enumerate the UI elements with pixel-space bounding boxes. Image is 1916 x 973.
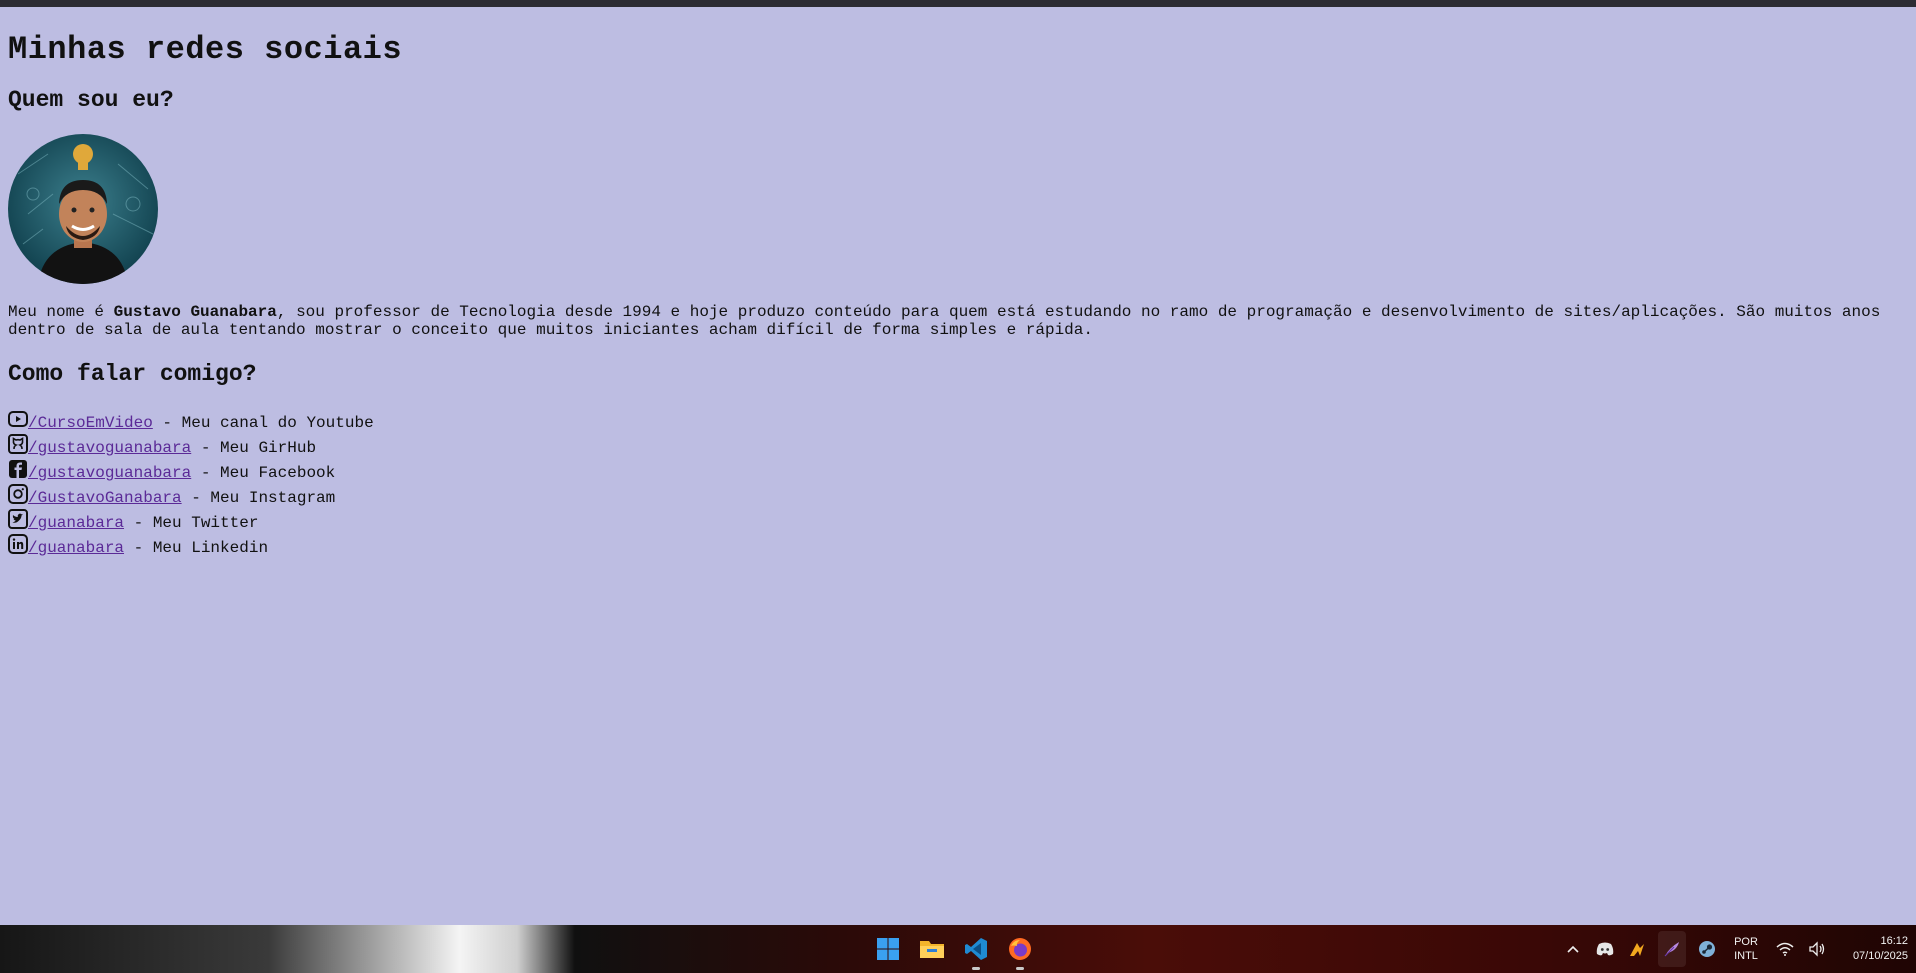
github-link[interactable]: /gustavoguanabara	[28, 436, 191, 461]
steam-icon	[1699, 941, 1715, 957]
facebook-icon	[9, 459, 27, 478]
chevron-up-icon	[1567, 945, 1579, 953]
taskbar: POR INTL 16:12 07/10/2025	[0, 925, 1916, 973]
vscode-button[interactable]	[960, 933, 992, 970]
contact-heading: Como falar comigo?	[8, 361, 257, 387]
app-icon	[1630, 943, 1644, 956]
start-button[interactable]	[872, 933, 904, 965]
twitter-link[interactable]: /guanabara	[28, 511, 124, 536]
browser-top-strip	[0, 0, 1916, 7]
facebook-desc: - Meu Facebook	[191, 464, 336, 482]
feather-icon	[1664, 942, 1679, 957]
youtube-icon	[8, 410, 28, 427]
feather-tray[interactable]	[1658, 931, 1686, 967]
youtube-link[interactable]: /CursoEmVideo	[28, 411, 153, 436]
twitter-icon	[8, 508, 28, 529]
list-item: /guanabara - Meu Linkedin	[8, 533, 374, 561]
list-item: /CursoEmVideo - Meu canal do Youtube	[8, 410, 374, 436]
keyboard-layout: INTL	[1734, 950, 1758, 962]
running-indicator	[972, 967, 980, 970]
github-icon	[8, 433, 28, 454]
linkedin-link[interactable]: /guanabara	[28, 536, 124, 561]
clock-time: 16:12	[1880, 935, 1908, 947]
linkedin-icon	[8, 533, 28, 554]
avatar	[8, 134, 158, 284]
instagram-desc: - Meu Instagram	[181, 489, 336, 507]
wifi-icon	[1776, 942, 1794, 956]
firefox-icon	[1009, 938, 1031, 960]
page-title: Minhas redes sociais	[8, 31, 403, 68]
language-code: POR	[1734, 936, 1758, 948]
firefox-button[interactable]	[1004, 933, 1036, 970]
app-tray[interactable]	[1626, 938, 1648, 960]
bio-paragraph: Meu nome é Gustavo Guanabara, sou profes…	[8, 303, 1898, 339]
discord-icon	[1596, 942, 1614, 956]
input-language[interactable]: POR INTL	[1728, 935, 1764, 963]
list-item: /gustavoguanabara - Meu Facebook	[8, 459, 374, 486]
list-item: /GustavoGanabara - Meu Instagram	[8, 483, 374, 511]
tray-overflow-button[interactable]	[1562, 938, 1584, 960]
network-tray[interactable]	[1774, 938, 1796, 960]
steam-tray[interactable]	[1696, 938, 1718, 960]
linkedin-desc: - Meu Linkedin	[124, 539, 269, 557]
github-desc: - Meu GirHub	[191, 439, 317, 457]
taskbar-apps	[872, 925, 1036, 973]
file-explorer-button[interactable]	[916, 933, 948, 965]
file-explorer-icon	[920, 941, 944, 958]
list-item: /guanabara - Meu Twitter	[8, 508, 374, 536]
bio-suffix: , sou professor de Tecnologia desde 1994…	[8, 303, 1881, 339]
instagram-icon	[8, 483, 28, 504]
facebook-link[interactable]: /gustavoguanabara	[28, 461, 191, 486]
bio-name: Gustavo Guanabara	[113, 303, 277, 321]
twitter-desc: - Meu Twitter	[124, 514, 259, 532]
clock-date: 07/10/2025	[1852, 950, 1908, 962]
vscode-icon	[965, 938, 987, 960]
clock[interactable]: 16:12 07/10/2025	[1838, 934, 1908, 964]
social-list: /CursoEmVideo - Meu canal do Youtube /gu…	[8, 410, 374, 561]
about-heading: Quem sou eu?	[8, 87, 174, 113]
discord-tray[interactable]	[1594, 938, 1616, 960]
running-indicator	[1016, 967, 1024, 970]
avatar-photo	[8, 134, 158, 284]
bio-prefix: Meu nome é	[8, 303, 114, 321]
youtube-desc: - Meu canal do Youtube	[152, 414, 374, 432]
volume-icon	[1809, 941, 1825, 957]
instagram-link[interactable]: /GustavoGanabara	[28, 486, 182, 511]
volume-tray[interactable]	[1806, 938, 1828, 960]
list-item: /gustavoguanabara - Meu GirHub	[8, 433, 374, 461]
system-tray: POR INTL 16:12 07/10/2025	[1562, 925, 1908, 973]
windows-start-icon	[877, 938, 899, 960]
